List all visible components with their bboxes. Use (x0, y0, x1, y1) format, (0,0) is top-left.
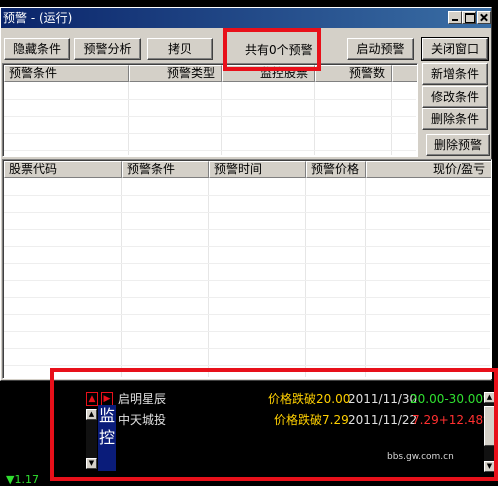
monitor-row-1-date: 2011/11/30 (348, 392, 418, 406)
window-title: 预警 - (运行) (3, 11, 73, 25)
column-header-filler (392, 65, 417, 82)
monitor-row-2-result: 7.29+12.48% (412, 413, 495, 427)
column-header-type[interactable]: 预警类型 (129, 65, 222, 82)
column-header-price-pnl[interactable]: 现价/盈亏 (366, 161, 491, 178)
right-scroll-down-icon[interactable]: ▼ (484, 461, 495, 472)
maximize-icon[interactable] (462, 11, 476, 24)
alerts-table-header: 股票代码 预警条件 预警时间 预警价格 现价/盈亏 (4, 161, 491, 178)
start-alert-button[interactable]: 启动预警 (347, 38, 414, 60)
monitor-row-2-condition: 价格跌破7.29 (274, 413, 349, 427)
monitor-row-1-name[interactable]: 启明星辰 (118, 390, 166, 408)
monitor-left-scrollbar[interactable]: ▲ ▼ (86, 409, 97, 469)
column-header-alert-condition[interactable]: 预警条件 (122, 161, 209, 178)
close-window-button[interactable]: 关闭窗口 (422, 38, 488, 60)
alert-count-status: 共有0个预警 (245, 43, 313, 57)
monitor-row-2-name[interactable]: 中天城投 (118, 411, 166, 429)
arrow-up-icon[interactable]: ▲ (86, 392, 98, 406)
alerts-table[interactable]: 股票代码 预警条件 预警时间 预警价格 现价/盈亏 (2, 159, 492, 379)
scroll-down-icon[interactable]: ▼ (86, 458, 97, 469)
arrow-right-icon[interactable]: ▶ (101, 392, 113, 406)
monitor-row-1-result: 20.00-30.00% (410, 392, 495, 406)
monitor-right-scrollbar[interactable]: ▲ ▼ (484, 392, 495, 472)
watermark-text: bbs.gw.com.cn (387, 452, 454, 462)
bottom-strip-value: ▼1.17 (6, 473, 39, 486)
minimize-icon[interactable] (448, 11, 462, 24)
alerts-table-body (4, 178, 490, 377)
close-icon[interactable] (477, 11, 491, 24)
column-header-monitored-stock[interactable]: 监控股票 (222, 65, 315, 82)
right-scroll-up-icon[interactable]: ▲ (484, 392, 495, 403)
conditions-table-header: 预警条件 预警类型 监控股票 预警数 (4, 65, 417, 82)
add-condition-button[interactable]: 新增条件 (422, 63, 488, 85)
column-header-alert-count[interactable]: 预警数 (315, 65, 392, 82)
monitor-row-1-condition: 价格跌破20.00 (268, 392, 351, 406)
right-scroll-thumb[interactable] (484, 406, 495, 446)
scroll-up-icon[interactable]: ▲ (86, 409, 97, 420)
monitor-side-label: 监控 (98, 405, 116, 471)
monitor-row-2-date: 2011/11/22 (348, 413, 418, 427)
alert-analysis-button[interactable]: 预警分析 (74, 38, 141, 60)
column-header-stock-code[interactable]: 股票代码 (4, 161, 122, 178)
column-header-alert-time[interactable]: 预警时间 (209, 161, 306, 178)
bottom-terminal-strip: ▼1.17 (0, 473, 498, 486)
hide-condition-button[interactable]: 隐藏条件 (4, 38, 70, 60)
alert-window: 预警 - (运行) 隐藏条件 预警分析 拷贝 共有0个预警 启动预警 关闭窗口 … (0, 7, 492, 381)
column-header-condition[interactable]: 预警条件 (4, 65, 129, 82)
title-bar[interactable]: 预警 - (运行) (1, 8, 491, 28)
column-header-alert-price[interactable]: 预警价格 (306, 161, 366, 178)
conditions-table-body (4, 82, 416, 155)
copy-button[interactable]: 拷贝 (147, 38, 213, 60)
conditions-table[interactable]: 预警条件 预警类型 监控股票 预警数 (2, 63, 418, 157)
delete-alert-button[interactable]: 删除预警 (426, 134, 490, 156)
delete-condition-button[interactable]: 删除条件 (422, 108, 488, 130)
modify-condition-button[interactable]: 修改条件 (422, 86, 488, 108)
